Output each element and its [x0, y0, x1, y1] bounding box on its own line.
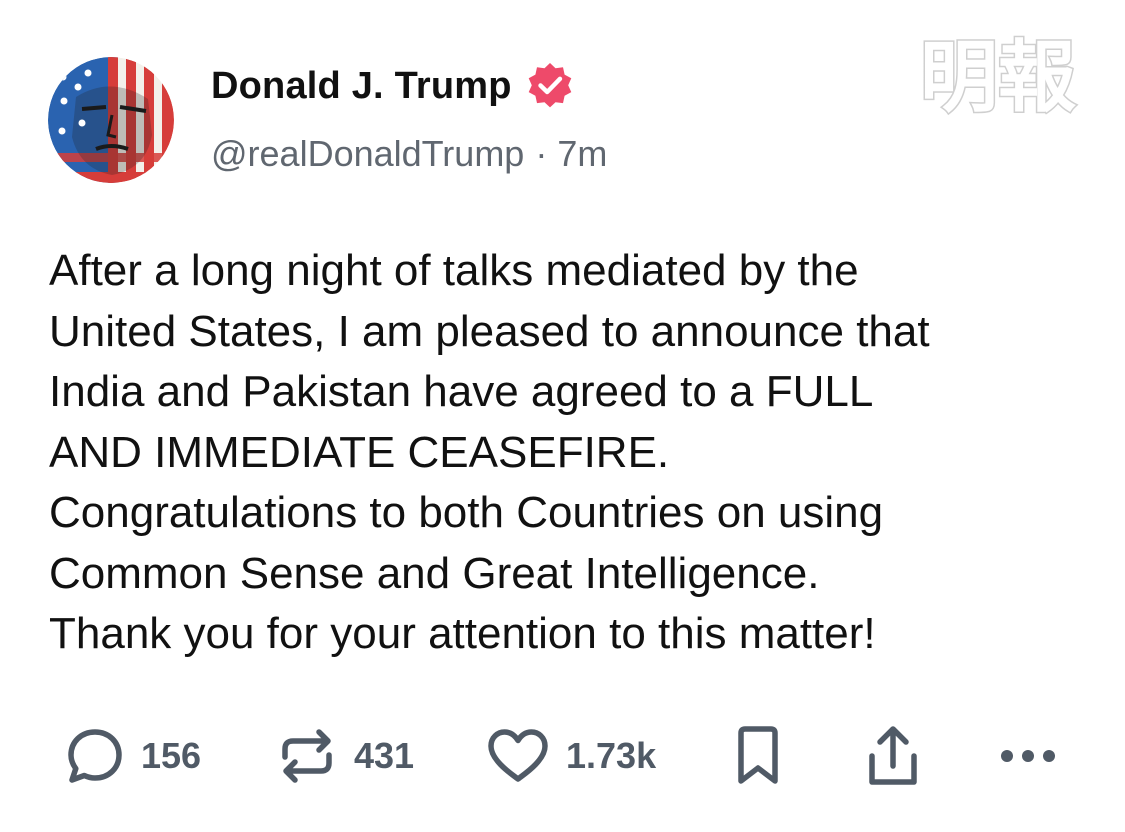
watermark-text: 明報 [920, 32, 1076, 122]
post-card: Donald J. Trump @realDonaldTrump · 7m 明報… [0, 0, 1125, 832]
avatar-image [48, 57, 174, 183]
share-button[interactable] [866, 720, 920, 792]
author-meta: @realDonaldTrump · 7m [211, 133, 607, 175]
post-body-line: Congratulations to both Countries on usi… [49, 488, 884, 537]
post-body: After a long night of talks mediated by … [49, 241, 1094, 665]
bookmark-icon [738, 726, 778, 784]
post-body-line: India and Pakistan have agreed to a FULL [49, 367, 874, 416]
watermark-logo: 明報 [910, 26, 1086, 125]
post-body-line: Common Sense and Great Intelligence. [49, 548, 820, 598]
share-icon [869, 726, 917, 785]
like-button[interactable]: 1.73k [487, 720, 656, 792]
repost-icon [282, 729, 332, 783]
meta-separator: · [535, 133, 548, 174]
post-body-line: United States, I am pleased to announce … [49, 306, 930, 356]
bookmark-button[interactable] [736, 720, 780, 792]
author-display-name[interactable]: Donald J. Trump [211, 65, 512, 108]
post-body-line: AND IMMEDIATE CEASEFIRE. [49, 427, 670, 477]
more-icon [1001, 750, 1055, 762]
repost-count: 431 [354, 735, 415, 776]
post-body-line: After a long night of talks mediated by … [49, 246, 859, 295]
post-time[interactable]: 7m [557, 133, 607, 175]
verified-badge-icon [525, 61, 575, 111]
reply-button[interactable]: 156 [66, 720, 201, 792]
like-count: 1.73k [566, 735, 657, 776]
author-handle[interactable]: @realDonaldTrump [211, 133, 524, 175]
action-bar: 156 431 1.73k [0, 720, 1125, 792]
reply-icon [68, 729, 122, 783]
post-body-line: Thank you for your attention to this mat… [49, 609, 876, 658]
heart-icon [488, 729, 548, 782]
author-row: Donald J. Trump [211, 60, 575, 112]
repost-button[interactable]: 431 [277, 720, 414, 792]
reply-count: 156 [141, 735, 202, 776]
avatar[interactable] [48, 57, 174, 183]
more-button[interactable] [998, 720, 1058, 792]
